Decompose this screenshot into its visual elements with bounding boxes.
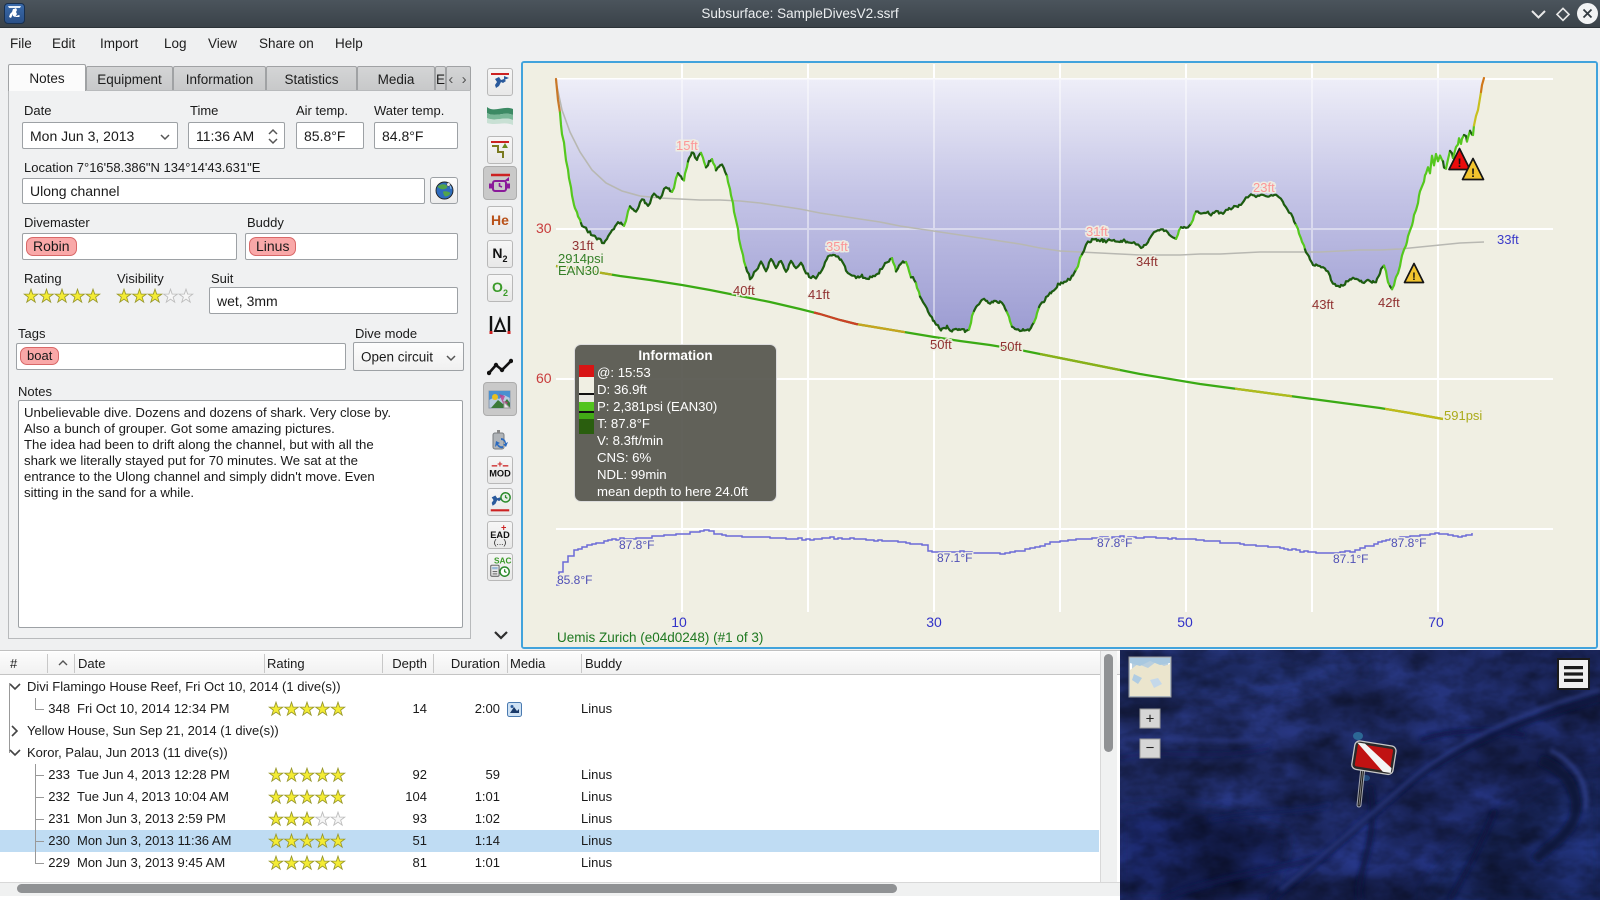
svg-text:30: 30	[536, 220, 552, 236]
svg-text:10: 10	[671, 614, 687, 630]
svg-text:SAC: SAC	[494, 555, 512, 565]
svg-text:!: !	[1471, 166, 1475, 180]
svg-text:50: 50	[1177, 614, 1193, 630]
svg-text:41ft: 41ft	[808, 287, 830, 302]
svg-text:35ft: 35ft	[826, 239, 848, 254]
svg-text:15ft: 15ft	[676, 138, 698, 153]
svg-text:+: +	[1146, 711, 1155, 728]
svg-text:MOD: MOD	[489, 468, 511, 478]
svg-text:33ft: 33ft	[1497, 232, 1519, 247]
svg-text:!: !	[1457, 156, 1461, 170]
svg-text:50ft: 50ft	[1000, 339, 1022, 354]
svg-text:40ft: 40ft	[733, 283, 755, 298]
svg-text:70: 70	[1428, 614, 1444, 630]
svg-text:EAN30: EAN30	[558, 263, 599, 278]
svg-text:87.8°F: 87.8°F	[1391, 536, 1426, 550]
svg-text:87.1°F: 87.1°F	[1333, 552, 1368, 566]
svg-text:(...): (...)	[494, 537, 507, 547]
svg-text:!: !	[1412, 271, 1416, 283]
svg-text:34ft: 34ft	[1136, 254, 1158, 269]
svg-text:87.1°F: 87.1°F	[937, 551, 972, 565]
svg-text:−: −	[1146, 740, 1155, 757]
svg-text:591psi: 591psi	[1444, 408, 1482, 423]
svg-text:31ft: 31ft	[1086, 224, 1108, 239]
svg-text:60: 60	[536, 370, 552, 386]
svg-text:87.8°F: 87.8°F	[619, 538, 654, 552]
svg-text:42ft: 42ft	[1378, 295, 1400, 310]
svg-text:43ft: 43ft	[1312, 297, 1334, 312]
svg-text:23ft: 23ft	[1253, 180, 1275, 195]
svg-text:87.8°F: 87.8°F	[1097, 536, 1132, 550]
svg-text:85.8°F: 85.8°F	[557, 573, 592, 587]
svg-text:Uemis Zurich (e04d0248) (#1 of: Uemis Zurich (e04d0248) (#1 of 3)	[557, 630, 763, 645]
svg-text:30: 30	[926, 614, 942, 630]
svg-text:50ft: 50ft	[930, 337, 952, 352]
